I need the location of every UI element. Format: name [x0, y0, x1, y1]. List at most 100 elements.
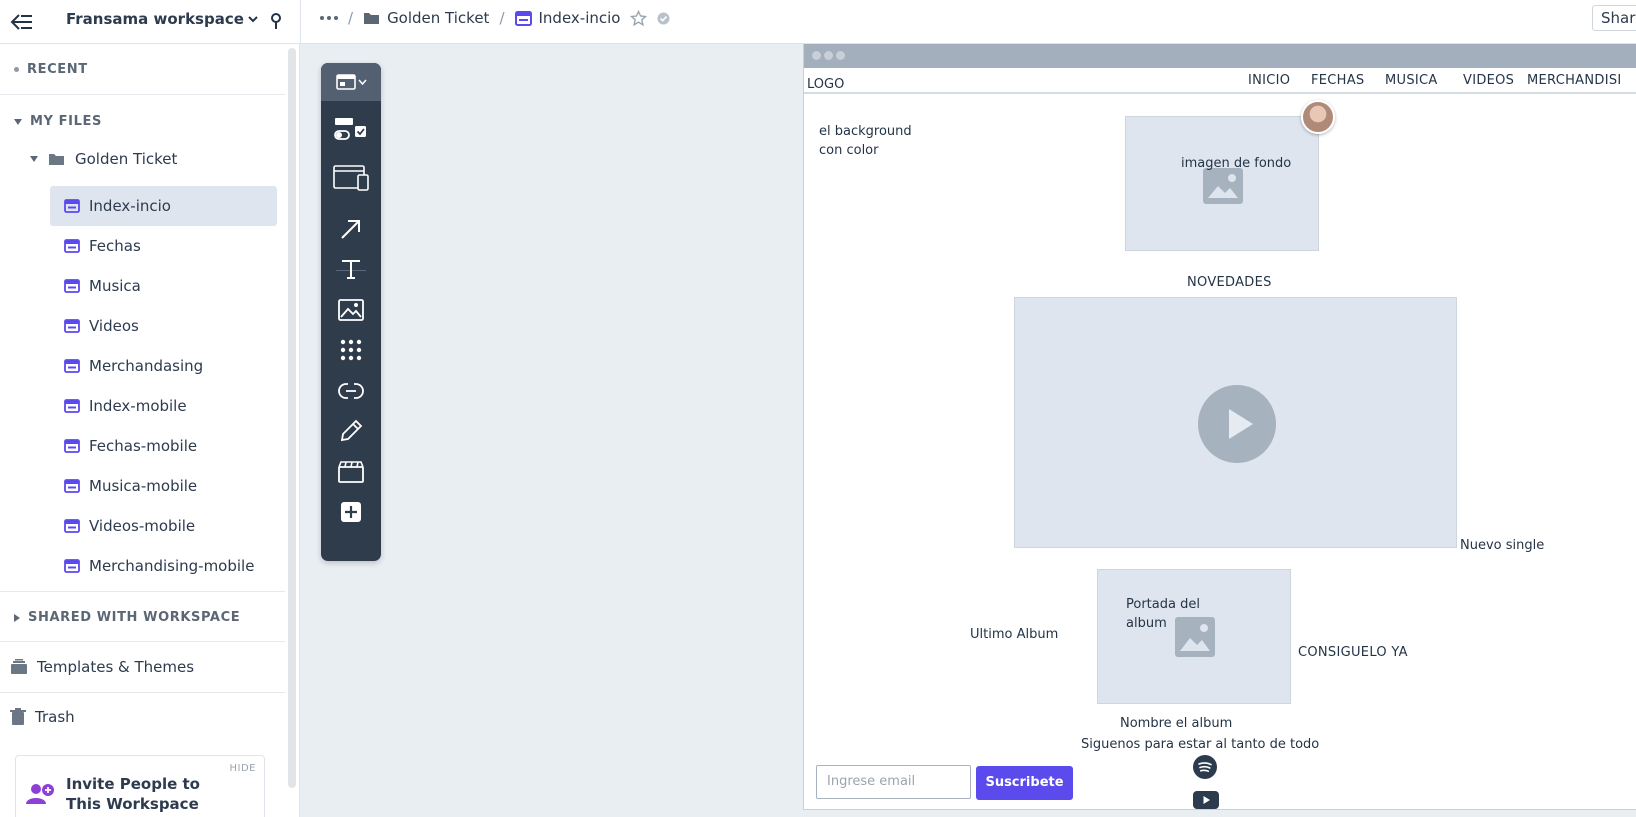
recent-label: RECENT [27, 62, 88, 77]
page-icon [64, 239, 80, 253]
spotify-icon[interactable] [1193, 755, 1217, 779]
hero-image-placeholder[interactable] [1125, 116, 1319, 251]
recent-section[interactable]: RECENT [14, 62, 88, 77]
album-cover-placeholder[interactable] [1097, 569, 1291, 704]
divider [0, 692, 285, 693]
shared-section[interactable]: SHARED WITH WORKSPACE [14, 610, 240, 625]
image-placeholder-icon [1203, 168, 1243, 204]
topbar-divider [300, 0, 301, 44]
email-input-placeholder[interactable]: Ingrese email [816, 765, 971, 799]
file-item-label: Musica-mobile [89, 477, 198, 495]
wireframe-nav-link[interactable]: MUSICA [1385, 73, 1438, 88]
file-item-label: Musica [89, 277, 141, 295]
trash-link[interactable]: Trash [10, 708, 75, 726]
file-item[interactable]: Musica-mobile [50, 466, 277, 506]
back-arrow-icon[interactable] [8, 8, 36, 36]
background-note[interactable]: el background con color [819, 122, 929, 160]
file-item-label: Fechas [89, 237, 141, 255]
file-item-label: Merchandasing [89, 357, 204, 375]
more-icon[interactable] [320, 16, 338, 20]
share-label: Shar [1601, 9, 1636, 27]
search-icon[interactable] [266, 10, 286, 32]
caret-down-icon [14, 118, 22, 125]
device-switcher[interactable] [321, 63, 381, 101]
grid-tool-icon[interactable] [333, 333, 369, 367]
wireframe-nav-link[interactable]: VIDEOS [1463, 73, 1514, 88]
share-button[interactable]: Shar [1592, 5, 1636, 31]
file-item-label: Merchandising-mobile [89, 557, 255, 575]
follow-text[interactable]: Siguenos para estar al tanto de todo [1081, 735, 1319, 754]
image-tool-icon[interactable] [333, 293, 369, 327]
chevron-down-icon [248, 16, 258, 23]
bullet-icon [14, 67, 19, 72]
page-icon [64, 439, 80, 453]
page-icon [64, 199, 80, 213]
pencil-tool-icon[interactable] [333, 414, 369, 448]
album-cta[interactable]: CONSIGUELO YA [1298, 643, 1408, 662]
user-avatar[interactable] [1301, 100, 1335, 134]
video-caption[interactable]: Nuevo single [1460, 536, 1544, 555]
page-icon [514, 10, 532, 26]
hero-caption[interactable]: imagen de fondo [1181, 154, 1291, 173]
wireframe-nav-link[interactable]: FECHAS [1311, 73, 1365, 88]
device-frame-tool-icon[interactable] [333, 161, 369, 195]
file-item[interactable]: Index-mobile [50, 386, 277, 426]
file-item-label: Index-incio [89, 197, 171, 215]
components-tool-icon[interactable] [333, 113, 369, 147]
add-tool-icon[interactable] [333, 495, 369, 529]
album-caption[interactable]: Portada del album [1126, 595, 1216, 633]
file-item[interactable]: Fechas-mobile [50, 426, 277, 466]
browser-chrome [804, 44, 1636, 68]
shared-label: SHARED WITH WORKSPACE [28, 610, 241, 625]
video-placeholder[interactable] [1014, 297, 1457, 548]
folder-golden-ticket[interactable]: Golden Ticket [30, 150, 177, 168]
arrow-tool-icon[interactable] [333, 212, 369, 246]
subscribe-button[interactable]: Suscribete [976, 766, 1073, 800]
chevron-down-icon [357, 79, 367, 85]
wireframe-nav-link[interactable]: INICIO [1248, 73, 1290, 88]
file-item-label: Videos [89, 317, 139, 335]
my-files-section[interactable]: MY FILES [14, 114, 102, 129]
youtube-icon[interactable] [1193, 791, 1219, 809]
file-item[interactable]: Fechas [50, 226, 277, 266]
divider [0, 591, 285, 592]
folder-icon [49, 154, 64, 165]
wireframe-logo[interactable]: LOGO [807, 75, 844, 94]
hide-invite-button[interactable]: HIDE [230, 763, 257, 774]
clapboard-tool-icon[interactable] [333, 455, 369, 489]
section-title[interactable]: NOVEDADES [1187, 273, 1272, 292]
album-name[interactable]: Nombre el album [1120, 714, 1232, 733]
browser-window-icon [335, 74, 356, 90]
page-icon [64, 279, 80, 293]
divider [0, 641, 285, 642]
file-item[interactable]: Index-incio [50, 186, 277, 226]
file-item[interactable]: Videos-mobile [50, 506, 277, 546]
file-item[interactable]: Merchandasing [50, 346, 277, 386]
folder-icon [364, 13, 380, 24]
album-left-label[interactable]: Ultimo Album [970, 625, 1058, 644]
page-icon [64, 479, 80, 493]
play-icon [1198, 385, 1276, 463]
file-item[interactable]: Merchandising-mobile [50, 546, 277, 586]
star-icon[interactable] [630, 9, 648, 27]
file-item[interactable]: Musica [50, 266, 277, 306]
breadcrumb-separator: / [499, 9, 505, 27]
file-item[interactable]: Videos [50, 306, 277, 346]
invite-card[interactable]: HIDE Invite People to This Workspace [15, 755, 265, 817]
workspace-switcher[interactable]: Fransama workspace [66, 10, 258, 28]
folder-label: Golden Ticket [75, 150, 178, 168]
breadcrumb-project[interactable]: Golden Ticket [363, 9, 489, 27]
window-dot [836, 51, 845, 60]
file-item-label: Videos-mobile [89, 517, 196, 535]
templates-icon [11, 659, 27, 674]
breadcrumb-page[interactable]: Index-incio [514, 9, 620, 27]
sidebar-scrollbar[interactable] [288, 48, 296, 788]
templates-link[interactable]: Templates & Themes [10, 658, 194, 676]
text-tool-icon[interactable] [333, 252, 369, 286]
wireframe-nav-link[interactable]: MERCHANDISI [1527, 73, 1622, 88]
link-tool-icon[interactable] [333, 374, 369, 408]
wireframe-canvas[interactable]: LOGO INICIO FECHAS MUSICA VIDEOS MERCHANDISI… [803, 44, 1636, 810]
caret-right-icon [14, 613, 20, 622]
sidebar: RECENT MY FILES Golden Ticket Index-inci… [0, 44, 300, 817]
templates-label: Templates & Themes [37, 658, 195, 676]
